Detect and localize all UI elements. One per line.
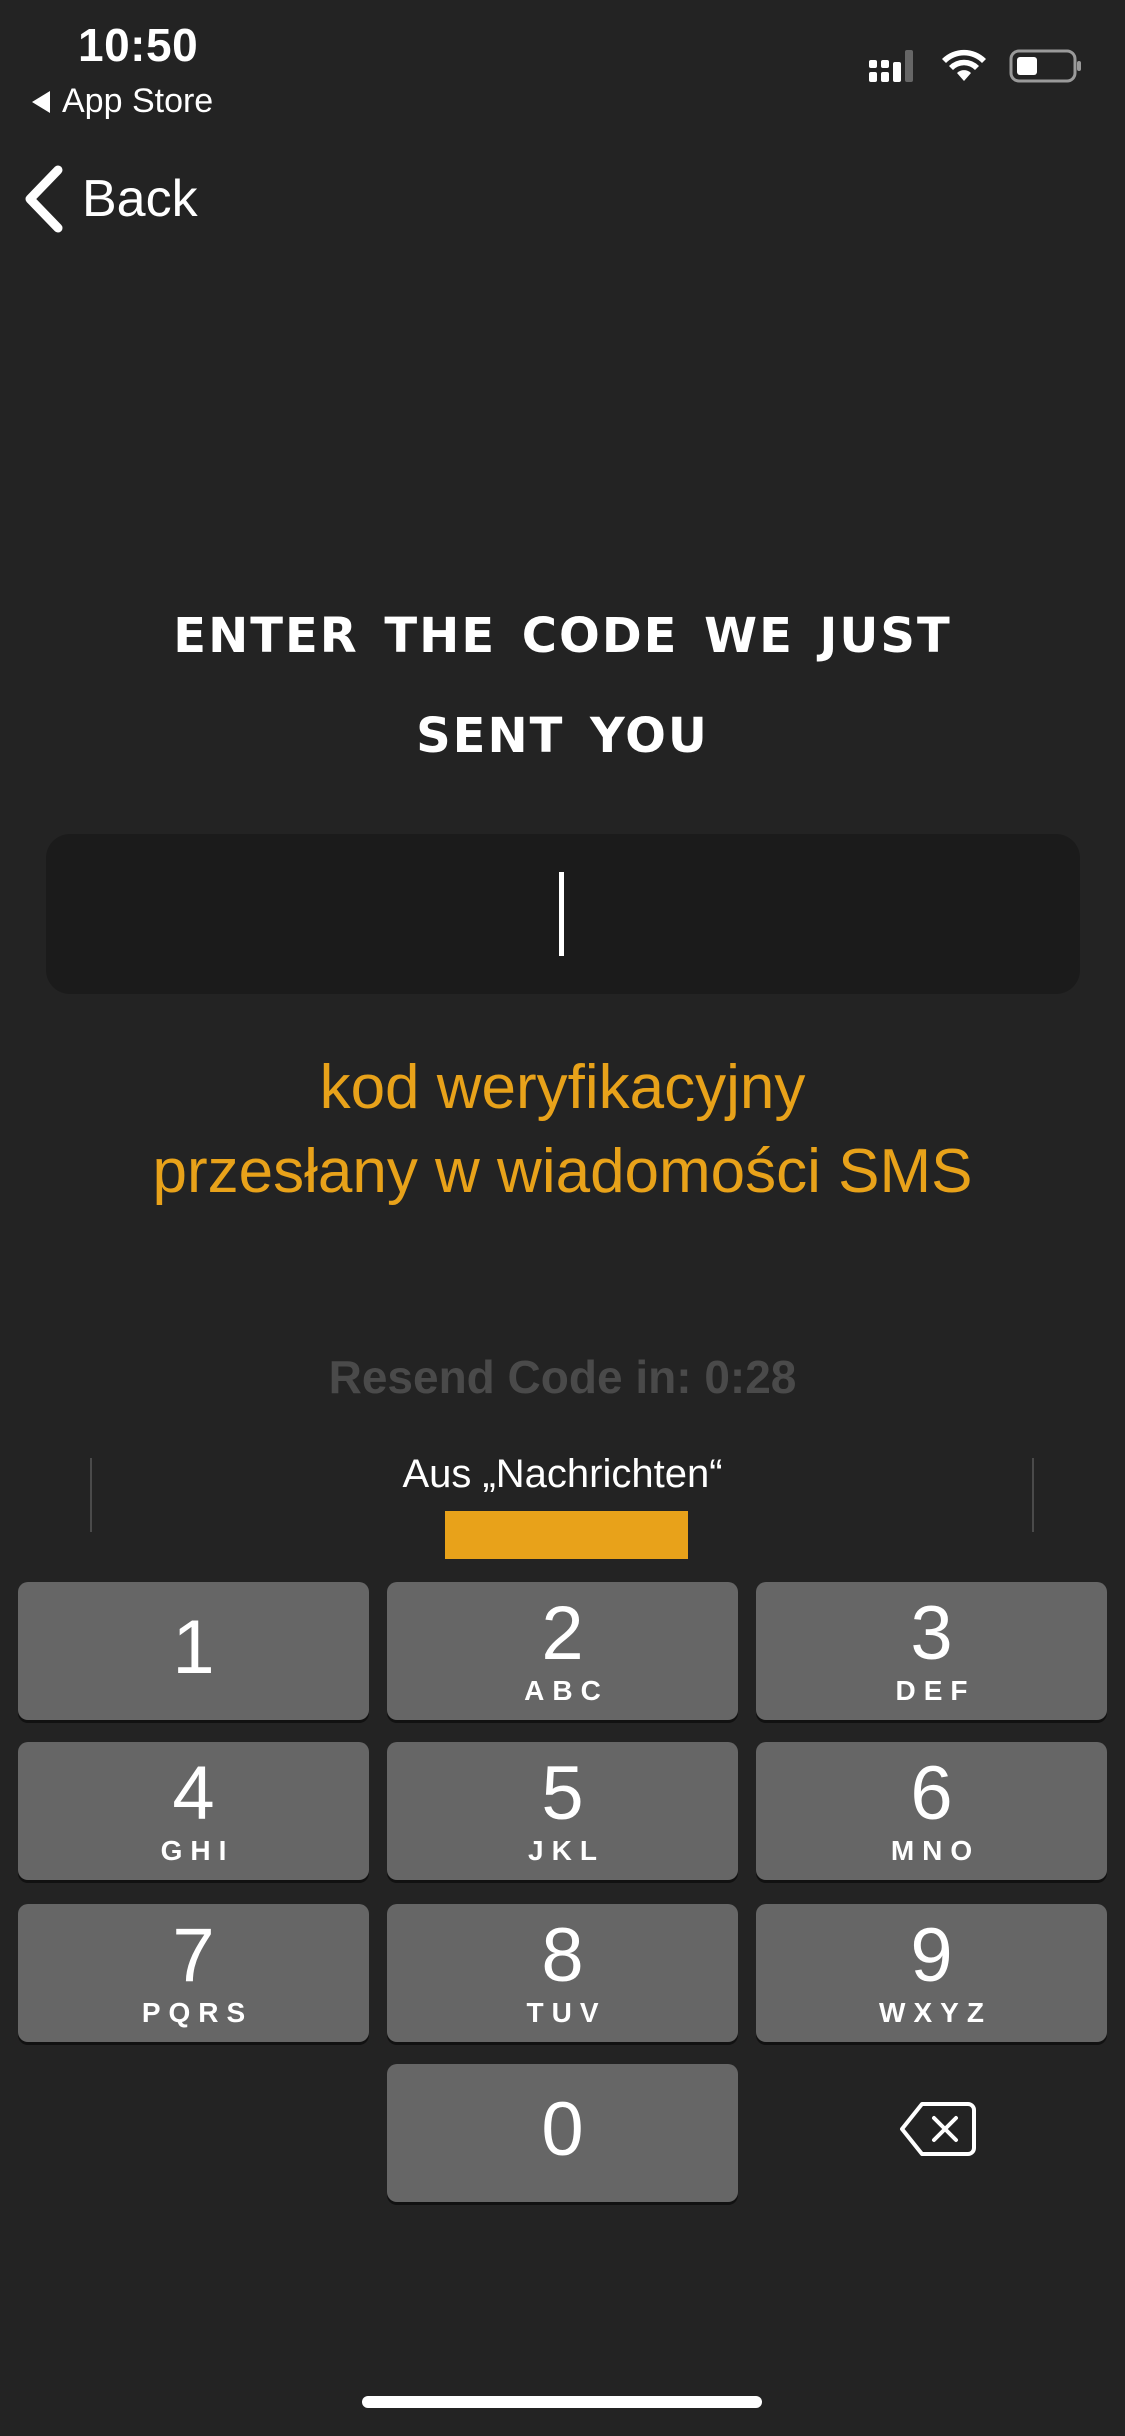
key-letters: WXYZ bbox=[879, 1997, 992, 2028]
back-triangle-icon bbox=[32, 90, 50, 113]
page-title: Enter the code we just sent you bbox=[40, 580, 1085, 780]
key-digit: 1 bbox=[172, 1605, 215, 1690]
autofill-suggestion-label[interactable]: Aus „Nachrichten“ bbox=[0, 1452, 1125, 1497]
back-button-label: Back bbox=[82, 170, 198, 228]
key-8[interactable]: 8 TUV bbox=[387, 1904, 738, 2042]
key-digit: 5 bbox=[541, 1751, 584, 1836]
sms-hint-line2: przesłany w wiadomości SMS bbox=[152, 1137, 973, 1206]
key-9[interactable]: 9 WXYZ bbox=[756, 1904, 1107, 2042]
status-icons bbox=[867, 48, 1083, 84]
status-time: 10:50 bbox=[78, 19, 199, 71]
key-digit: 8 bbox=[541, 1913, 584, 1998]
key-6[interactable]: 6 MNO bbox=[756, 1742, 1107, 1880]
key-letters: TUV bbox=[526, 1997, 607, 2028]
chevron-left-icon bbox=[25, 165, 63, 233]
key-3[interactable]: 3 DEF bbox=[756, 1582, 1107, 1720]
battery-icon bbox=[1009, 49, 1081, 83]
key-1[interactable]: 1 bbox=[18, 1582, 369, 1720]
sms-hint: kod weryfikacyjny przesłany w wiadomości… bbox=[40, 1046, 1085, 1214]
delete-key[interactable] bbox=[898, 2100, 978, 2163]
key-4[interactable]: 4 GHI bbox=[18, 1742, 369, 1880]
key-digit: 7 bbox=[172, 1913, 215, 1998]
wifi-icon bbox=[942, 49, 986, 81]
key-digit: 4 bbox=[172, 1751, 215, 1836]
home-indicator[interactable] bbox=[362, 2396, 762, 2408]
key-digit: 6 bbox=[910, 1751, 953, 1836]
key-letters: MNO bbox=[890, 1835, 981, 1866]
cellular-icon bbox=[869, 50, 913, 82]
key-2[interactable]: 2 ABC bbox=[387, 1582, 738, 1720]
key-letters: JKL bbox=[528, 1835, 605, 1866]
page-title-line1: Enter the code we just bbox=[173, 590, 952, 669]
key-digit: 2 bbox=[541, 1591, 584, 1676]
page-title-line2: sent you bbox=[416, 690, 709, 769]
key-digit: 9 bbox=[910, 1913, 953, 1998]
key-digit: 0 bbox=[541, 2087, 584, 2172]
autofill-code-redacted[interactable] bbox=[445, 1511, 688, 1559]
key-letters: GHI bbox=[160, 1835, 235, 1866]
code-input[interactable] bbox=[46, 834, 1080, 994]
text-cursor bbox=[559, 872, 564, 956]
key-7[interactable]: 7 PQRS bbox=[18, 1904, 369, 2042]
key-5[interactable]: 5 JKL bbox=[387, 1742, 738, 1880]
verification-screen: 10:50 App Store Back En bbox=[0, 0, 1125, 2436]
back-button[interactable]: Back bbox=[22, 164, 198, 234]
sms-hint-line1: kod weryfikacyjny bbox=[319, 1053, 806, 1122]
key-letters: PQRS bbox=[141, 1997, 254, 2028]
key-0[interactable]: 0 bbox=[387, 2064, 738, 2202]
key-letters: ABC bbox=[524, 1675, 609, 1706]
key-letters: DEF bbox=[895, 1675, 976, 1706]
delete-backspace-icon bbox=[900, 2102, 976, 2156]
resend-code-timer: Resend Code in: 0:28 bbox=[328, 1351, 797, 1403]
back-to-app-store[interactable]: App Store bbox=[32, 82, 213, 121]
key-digit: 3 bbox=[910, 1591, 953, 1676]
back-app-label: App Store bbox=[62, 82, 214, 120]
